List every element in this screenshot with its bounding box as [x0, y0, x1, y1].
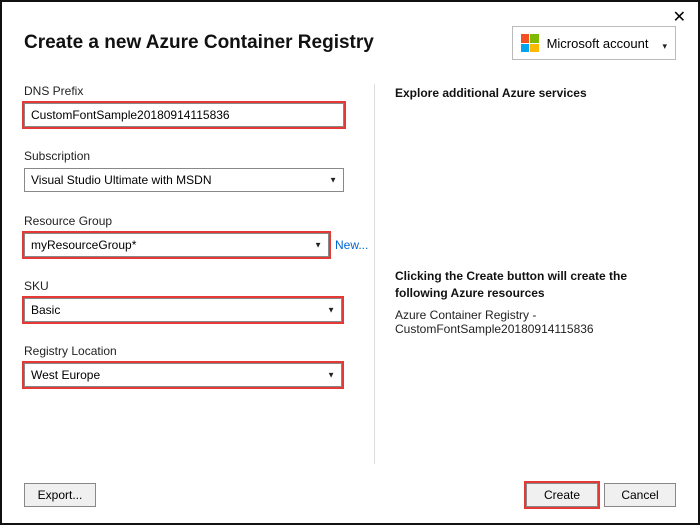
create-note: Clicking the Create button will create t…: [395, 268, 676, 302]
field-dns-prefix: DNS Prefix CustomFontSample2018091411583…: [24, 84, 354, 127]
dropdown-resource-group[interactable]: myResourceGroup* ▼: [24, 233, 329, 257]
dialog-body: DNS Prefix CustomFontSample2018091411583…: [24, 84, 676, 464]
left-panel: DNS Prefix CustomFontSample2018091411583…: [24, 84, 354, 464]
label-subscription: Subscription: [24, 149, 354, 163]
field-sku: SKU Basic ▼: [24, 279, 354, 322]
label-dns-prefix: DNS Prefix: [24, 84, 354, 98]
label-resource-group: Resource Group: [24, 214, 354, 228]
dialog-footer: Export... Create Cancel: [24, 483, 676, 507]
cancel-button[interactable]: Cancel: [604, 483, 676, 507]
dropdown-subscription[interactable]: Visual Studio Ultimate with MSDN ▼: [24, 168, 344, 192]
chevron-down-icon: ▼: [329, 176, 337, 185]
dialog-window: ✕ Create a new Azure Container Registry …: [0, 0, 700, 525]
dialog-header: Create a new Azure Container Registry Mi…: [24, 26, 676, 60]
label-sku: SKU: [24, 279, 354, 293]
chevron-down-icon: ▾: [662, 41, 667, 52]
close-icon[interactable]: ✕: [673, 10, 686, 26]
explore-services-heading: Explore additional Azure services: [395, 86, 676, 100]
account-label: Microsoft account: [547, 36, 649, 51]
field-resource-group: Resource Group myResourceGroup* ▼ New...: [24, 214, 354, 257]
field-registry-location: Registry Location West Europe ▼: [24, 344, 354, 387]
right-panel: Explore additional Azure services Clicki…: [374, 84, 676, 464]
primary-buttons: Create Cancel: [526, 483, 676, 507]
chevron-down-icon: ▼: [314, 241, 322, 250]
value-sku: Basic: [31, 303, 60, 317]
dropdown-sku[interactable]: Basic ▼: [24, 298, 342, 322]
export-button[interactable]: Export...: [24, 483, 96, 507]
input-dns-prefix[interactable]: CustomFontSample20180914115836: [24, 103, 344, 127]
dialog-title: Create a new Azure Container Registry: [24, 32, 374, 54]
link-new-resource-group[interactable]: New...: [333, 238, 368, 252]
chevron-down-icon: ▼: [327, 306, 335, 315]
value-registry-location: West Europe: [31, 368, 100, 382]
resource-summary-line: Azure Container Registry - CustomFontSam…: [395, 308, 676, 336]
value-dns-prefix: CustomFontSample20180914115836: [31, 108, 230, 122]
value-subscription: Visual Studio Ultimate with MSDN: [31, 173, 212, 187]
dropdown-registry-location[interactable]: West Europe ▼: [24, 363, 342, 387]
chevron-down-icon: ▼: [327, 371, 335, 380]
value-resource-group: myResourceGroup*: [31, 238, 136, 252]
microsoft-logo-icon: [521, 34, 539, 52]
field-subscription: Subscription Visual Studio Ultimate with…: [24, 149, 354, 192]
create-button[interactable]: Create: [526, 483, 598, 507]
account-picker[interactable]: Microsoft account ▾: [512, 26, 676, 60]
label-registry-location: Registry Location: [24, 344, 354, 358]
